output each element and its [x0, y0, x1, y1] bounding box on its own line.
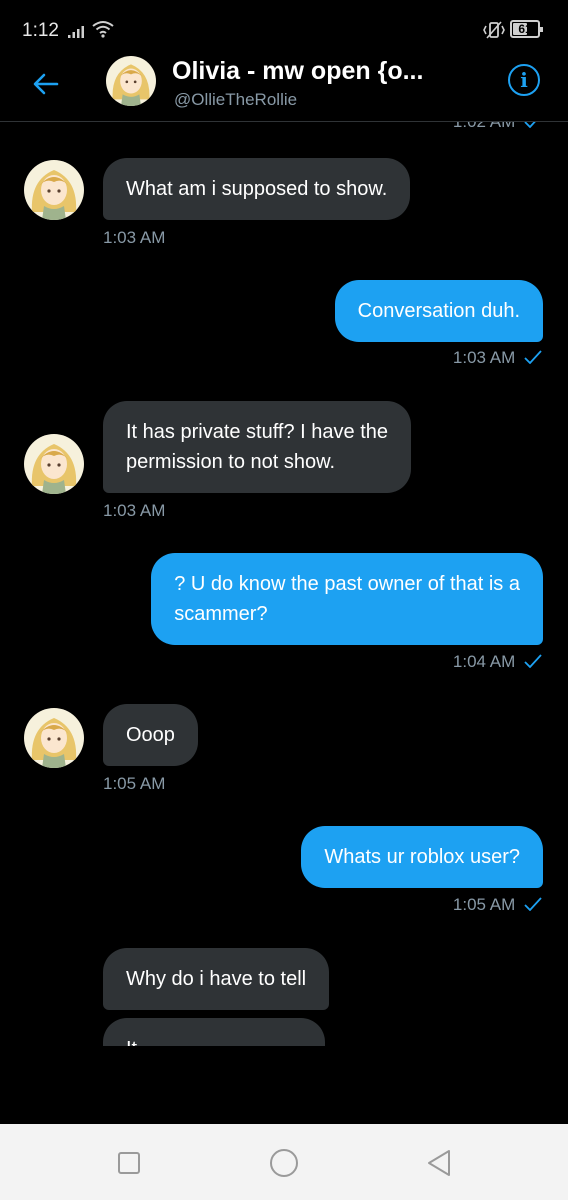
message-timestamp: 1:05 AM [103, 774, 166, 793]
avatar-image [24, 434, 84, 494]
info-icon: i [520, 68, 528, 92]
sender-avatar[interactable] [24, 434, 84, 494]
message-line: permission to not show. [126, 451, 335, 473]
header-avatar[interactable] [106, 56, 156, 106]
message-bubble-outgoing[interactable]: ? U do know the past owner of that is a … [151, 553, 543, 645]
status-time: 1:12 [22, 20, 59, 41]
battery-level: 61 [518, 22, 532, 36]
info-button[interactable]: i [508, 64, 540, 96]
message-timestamp: 1:05 AM [453, 895, 542, 915]
message-line: It has private stuff? I have the [126, 421, 389, 443]
conversation-header: Olivia - mw open {o... @OllieTheRollie i [0, 54, 568, 122]
message-bubble-incoming[interactable]: What am i supposed to show. [103, 158, 411, 220]
wifi-icon [92, 21, 114, 38]
check-icon [524, 122, 536, 128]
check-icon [524, 654, 542, 668]
message-timestamp: 1:03 AM [103, 501, 166, 520]
message-list[interactable]: 1:02 AM What am i supposed to show. 1:03… [0, 122, 568, 1046]
avatar-image [24, 708, 84, 768]
triangle-back-icon[interactable] [422, 1146, 456, 1180]
status-bar: 1:12 61 [0, 0, 568, 54]
partial-timestamp: 1:02 AM [453, 122, 542, 132]
message-timestamp: 1:03 AM [103, 228, 166, 247]
message-timestamp: 1:03 AM [453, 348, 542, 368]
message-line: ? U do know the past owner of that is a [174, 573, 520, 595]
avatar-image [24, 160, 84, 220]
battery-indicator: 61 [510, 20, 543, 38]
message-bubble-outgoing[interactable]: Conversation duh. [334, 280, 543, 342]
back-button[interactable] [26, 64, 66, 104]
conversation-title[interactable]: Olivia - mw open {o... [172, 57, 423, 86]
sender-avatar[interactable] [24, 160, 84, 220]
check-icon [524, 897, 542, 911]
check-icon [524, 350, 542, 364]
message-bubble-incoming[interactable]: Ooop [103, 704, 198, 766]
system-nav-bar [0, 1124, 568, 1200]
circle-icon[interactable] [267, 1146, 301, 1180]
battery-nub [540, 27, 543, 32]
message-bubble-incoming[interactable]: It... [103, 1018, 325, 1046]
vibrate-icon [483, 21, 505, 39]
message-bubble-incoming[interactable]: It has private stuff? I have the permiss… [103, 401, 412, 493]
conversation-handle: @OllieTheRollie [174, 90, 298, 109]
sender-avatar[interactable] [24, 708, 84, 768]
signal-icon [68, 26, 84, 38]
message-bubble-outgoing[interactable]: Whats ur roblox user? [301, 826, 543, 888]
arrow-left-icon [33, 73, 59, 95]
square-icon[interactable] [112, 1146, 146, 1180]
message-line: scammer? [174, 603, 268, 625]
message-bubble-incoming[interactable]: Why do i have to tell [103, 948, 330, 1010]
message-timestamp: 1:04 AM [453, 652, 542, 672]
avatar-image [106, 56, 156, 106]
